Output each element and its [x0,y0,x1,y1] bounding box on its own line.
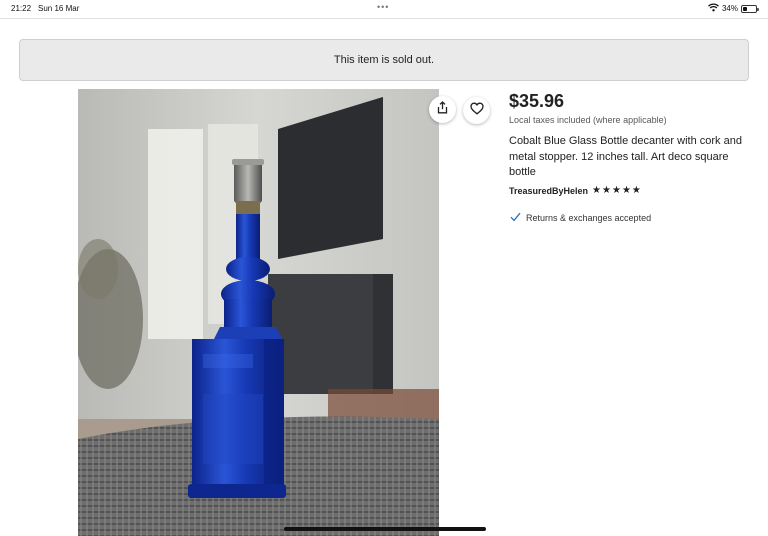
seller-name[interactable]: TreasuredByHelen [509,186,588,196]
multitasking-dots[interactable]: ••• [377,2,389,12]
status-date: Sun 16 Mar [38,4,80,13]
tax-note: Local taxes included (where applicable) [509,115,667,125]
battery-percent: 34% [721,4,738,13]
divider [0,18,768,19]
sold-out-banner: This item is sold out. [19,39,749,81]
status-indicators: 34% [708,3,759,14]
sold-out-text: This item is sold out. [333,54,435,66]
star-icon: ★ [592,185,602,196]
star-icon: ★ [621,185,631,196]
wifi-icon [708,3,719,14]
status-bar: 21:22 Sun 16 Mar ••• 34% [0,0,768,18]
seller-row[interactable]: TreasuredByHelen ★ ★ ★ ★ ★ [509,186,641,197]
share-icon [436,100,449,119]
star-icon: ★ [631,185,641,196]
home-indicator[interactable] [284,527,486,531]
product-title: Cobalt Blue Glass Bottle decanter with c… [509,135,742,178]
favorite-button[interactable] [463,97,490,124]
status-time: 21:22 [11,4,32,13]
rating-stars[interactable]: ★ ★ ★ ★ ★ [592,186,641,196]
star-icon: ★ [611,185,621,196]
product-image[interactable] [78,89,439,536]
price: $35.96 [509,91,565,111]
returns-row: Returns & exchanges accepted [510,209,651,227]
star-icon: ★ [602,185,611,196]
share-button[interactable] [429,96,456,123]
check-icon [510,209,521,227]
battery-icon [741,4,759,13]
returns-text: Returns & exchanges accepted [526,213,652,223]
heart-icon [469,102,484,120]
